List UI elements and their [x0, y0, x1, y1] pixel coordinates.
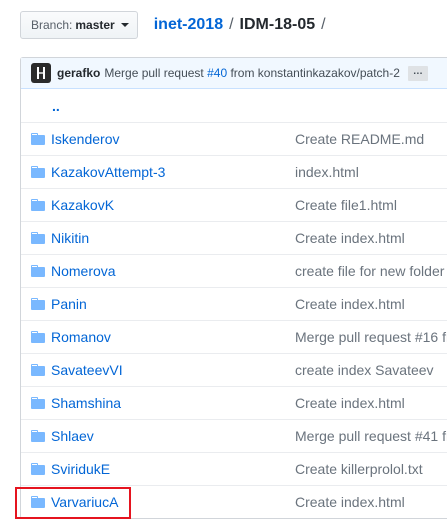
- commit-message-link[interactable]: Create killerprolol.txt: [295, 461, 447, 477]
- file-row: Romanov Merge pull request #16 fro: [21, 320, 447, 353]
- file-row: SviridukE Create killerprolol.txt: [21, 452, 447, 485]
- file-list: Iskenderov Create README.md KazakovAttempt…: [21, 123, 447, 518]
- topbar: Branch: master inet-2018 / IDM-18-05 /: [20, 10, 332, 40]
- commit-message-link[interactable]: create index Savateev: [295, 362, 447, 378]
- commit-expand-button[interactable]: …: [407, 65, 428, 81]
- breadcrumb-separator: /: [229, 16, 234, 33]
- file-row: Panin Create index.html: [21, 287, 447, 320]
- file-row: SavateevVI create index Savateev: [21, 353, 447, 386]
- folder-icon: [31, 298, 45, 310]
- folder-name-link[interactable]: Shlaev: [45, 428, 295, 444]
- file-row: KazakovK Create file1.html: [21, 188, 447, 221]
- breadcrumb: inet-2018 / IDM-18-05 /: [154, 16, 332, 34]
- file-table: gerafko Merge pull request #40 from kons…: [20, 57, 447, 519]
- commit-message-link[interactable]: Create index.html: [295, 395, 447, 411]
- folder-icon: [31, 133, 45, 145]
- commit-message-link[interactable]: Create index.html: [295, 230, 447, 246]
- folder-name-link[interactable]: Romanov: [45, 329, 295, 345]
- breadcrumb-repo-link[interactable]: inet-2018: [154, 16, 223, 34]
- branch-select-button[interactable]: Branch: master: [20, 11, 138, 39]
- folder-icon: [31, 265, 45, 277]
- folder-icon: [31, 430, 45, 442]
- folder-name-link[interactable]: SavateevVI: [45, 362, 295, 378]
- commit-message-suffix: from konstantinkazakov/patch-2: [230, 66, 400, 80]
- commit-pr-link[interactable]: #40: [207, 66, 227, 80]
- folder-icon: [31, 199, 45, 211]
- breadcrumb-trailing-separator: /: [321, 16, 326, 33]
- commit-message-link[interactable]: Merge pull request #16 fro: [295, 329, 447, 345]
- commit-author-link[interactable]: gerafko: [57, 66, 100, 80]
- branch-prefix: Branch:: [31, 18, 73, 32]
- file-row: VarvariucA Create index.html: [21, 485, 447, 518]
- repo-browser-page: Branch: master inet-2018 / IDM-18-05 / g…: [0, 0, 447, 529]
- file-row: Iskenderov Create README.md: [21, 123, 447, 155]
- folder-name-link[interactable]: Nomerova: [45, 263, 295, 279]
- avatar-glyph-icon: [37, 67, 45, 79]
- commit-message-link[interactable]: Create README.md: [295, 131, 447, 147]
- commit-message-prefix: Merge pull request: [104, 66, 204, 80]
- commit-message-link[interactable]: index.html: [295, 164, 447, 180]
- parent-directory-link[interactable]: ..: [21, 89, 447, 123]
- branch-name: master: [75, 18, 115, 32]
- folder-name-link[interactable]: Shamshina: [45, 395, 295, 411]
- folder-icon: [31, 496, 45, 508]
- folder-name-link[interactable]: KazakovK: [45, 197, 295, 213]
- folder-icon: [31, 232, 45, 244]
- commit-message-link[interactable]: Create file1.html: [295, 197, 447, 213]
- folder-name-link[interactable]: Nikitin: [45, 230, 295, 246]
- folder-name-link[interactable]: SviridukE: [45, 461, 295, 477]
- folder-icon: [31, 364, 45, 376]
- commit-message-link[interactable]: Merge pull request #41 fro: [295, 428, 447, 444]
- folder-name-link[interactable]: Iskenderov: [45, 131, 295, 147]
- file-row: Shlaev Merge pull request #41 fro: [21, 419, 447, 452]
- folder-icon: [31, 166, 45, 178]
- breadcrumb-current-folder: IDM-18-05: [239, 16, 316, 33]
- caret-down-icon: [120, 23, 129, 27]
- latest-commit-bar: gerafko Merge pull request #40 from kons…: [21, 58, 447, 89]
- folder-name-link[interactable]: VarvariucA: [45, 494, 295, 510]
- folder-icon: [31, 397, 45, 409]
- commit-message-link[interactable]: create file for new folder: [295, 263, 447, 279]
- file-row: Nomerova create file for new folder: [21, 254, 447, 287]
- file-row: Nikitin Create index.html: [21, 221, 447, 254]
- user-avatar[interactable]: [31, 63, 51, 83]
- commit-message-link[interactable]: Create index.html: [295, 494, 447, 510]
- folder-icon: [31, 463, 45, 475]
- file-row: KazakovAttempt-3 index.html: [21, 155, 447, 188]
- folder-name-link[interactable]: Panin: [45, 296, 295, 312]
- file-row: Shamshina Create index.html: [21, 386, 447, 419]
- commit-message-link[interactable]: Create index.html: [295, 296, 447, 312]
- commit-message: Merge pull request #40 from konstantinka…: [104, 66, 400, 80]
- folder-name-link[interactable]: KazakovAttempt-3: [45, 164, 295, 180]
- folder-icon: [31, 331, 45, 343]
